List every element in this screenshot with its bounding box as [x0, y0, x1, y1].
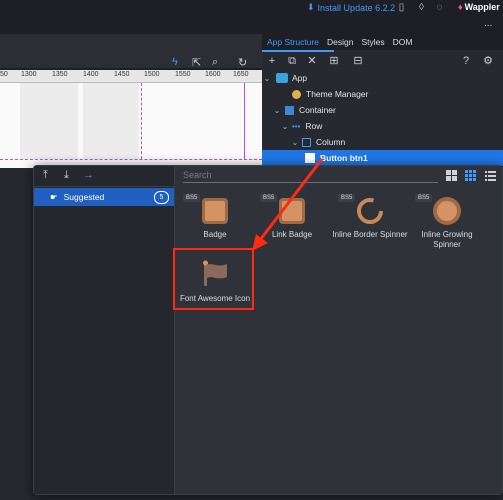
split-view-icon[interactable]: ▯ — [396, 2, 407, 13]
list-view-icon[interactable] — [485, 170, 496, 181]
ruler-tick: 1350 — [52, 71, 68, 78]
structure-tree: ⌄ App Theme Manager ⌄ Container ⌄ ••• Ro… — [262, 70, 503, 168]
component-inline-growing-spinner[interactable]: BS5 Inline Growing Spinner — [407, 192, 487, 257]
chevron-down-icon[interactable]: ⌄ — [262, 74, 272, 83]
growing-spinner-icon — [433, 197, 461, 225]
badge-icon — [202, 198, 228, 224]
component-grid: Search BS5 Badge BS5 Link Badge BS5 Inli… — [175, 166, 502, 494]
category-sidebar: ⤒ ⤓ → ☛ Suggested 5 — [34, 166, 175, 494]
lightning-icon[interactable]: ϟ — [172, 56, 178, 68]
container-icon — [285, 105, 294, 115]
ruler-tick: 1650 — [233, 71, 249, 78]
insert-inside-icon[interactable]: → — [83, 169, 94, 181]
tree-item-app[interactable]: ⌄ App — [262, 70, 503, 86]
column-icon — [302, 137, 311, 147]
chevron-down-icon[interactable]: ⌄ — [272, 106, 282, 115]
guide-line — [141, 83, 143, 159]
notification-icon[interactable]: ◌ — [434, 2, 445, 13]
settings-icon[interactable]: ⚙ — [482, 55, 494, 67]
tree-item-label: Container — [299, 105, 336, 115]
wappler-logo-icon: ♦ — [458, 2, 463, 12]
ruler-tick: 1400 — [83, 71, 99, 78]
component-label: Inline Border Spinner — [332, 230, 408, 239]
help-icon[interactable]: ? — [460, 55, 472, 67]
download-icon: ⬇ — [307, 2, 315, 12]
tree-item-button-btn1[interactable]: Button btn1 — [262, 150, 503, 166]
component-label: Inline Growing Spinner — [421, 230, 473, 249]
search-input[interactable]: Search — [183, 170, 438, 183]
column-outline — [83, 83, 139, 159]
category-label: Suggested — [63, 192, 105, 202]
tab-styles[interactable]: Styles — [361, 37, 384, 47]
design-toolbar: ϟ ⇱ ⌕ ↻ — [0, 34, 262, 69]
copy-icon[interactable]: ⧉ — [286, 55, 298, 67]
layout-icon[interactable]: ⊟ — [352, 55, 364, 67]
bs5-badge: BS5 — [415, 194, 433, 202]
button-icon — [305, 153, 315, 163]
brand-name: Wappler — [464, 2, 500, 12]
chevron-down-icon[interactable]: ⌄ — [280, 122, 290, 131]
add-icon[interactable]: + — [266, 55, 278, 67]
ruler-tick: 1500 — [144, 71, 160, 78]
tab-design[interactable]: Design — [327, 37, 353, 47]
bs5-badge: BS5 — [338, 194, 356, 202]
palette-icon — [292, 89, 301, 99]
more-button[interactable]: ... — [484, 18, 492, 29]
tree-item-label: Theme Manager — [306, 89, 369, 99]
drop-icon[interactable]: ◊ — [416, 2, 427, 13]
grid-small-icon[interactable] — [465, 170, 476, 181]
component-link-badge[interactable]: BS5 Link Badge — [252, 192, 332, 257]
tree-item-column[interactable]: ⌄ Column — [262, 134, 503, 150]
insert-after-icon[interactable]: ⤓ — [64, 169, 69, 182]
tree-item-label: Button btn1 — [320, 153, 368, 163]
tree-item-row[interactable]: ⌄ ••• Row — [262, 118, 503, 134]
thumbs-up-icon: ☛ — [50, 191, 58, 202]
install-update-link[interactable]: ⬇ Install Update 6.2.2 — [307, 2, 395, 13]
ruler: 50 1300 1350 1400 1450 1500 1550 1600 16… — [0, 70, 262, 83]
category-suggested[interactable]: ☛ Suggested 5 — [34, 188, 174, 206]
bs5-badge: BS5 — [260, 194, 278, 202]
cube-icon — [276, 73, 288, 83]
tree-item-label: App — [292, 73, 308, 83]
install-update-label: Install Update 6.2.2 — [317, 2, 396, 13]
grid-large-icon[interactable] — [446, 170, 457, 181]
link-badge-icon — [279, 198, 305, 224]
panel-tabs: App Structure Design Styles DOM — [262, 34, 503, 50]
spinner-icon — [357, 198, 383, 224]
column-outline — [20, 83, 78, 159]
ruler-tick: 1300 — [21, 71, 37, 78]
tree-item-theme-manager[interactable]: Theme Manager — [262, 86, 503, 102]
structure-toolbar: + ⧉ ✕ ⊞ ⊟ ? ⚙ — [262, 52, 503, 70]
component-label: Link Badge — [271, 230, 313, 239]
count-badge: 5 — [154, 191, 169, 204]
ruler-tick: 1600 — [205, 71, 221, 78]
secondary-toolbar: ... — [0, 16, 503, 35]
guide-line — [0, 159, 262, 161]
tree-item-label: Column — [316, 137, 346, 147]
tree-item-label: Row — [305, 121, 323, 131]
component-inline-border-spinner[interactable]: BS5 Inline Border Spinner — [330, 192, 410, 257]
component-label: Badge — [203, 230, 227, 239]
wrap-icon[interactable]: ⊞ — [328, 55, 340, 67]
component-picker-dialog: ⤒ ⤓ → ☛ Suggested 5 Search BS5 Badge BS5… — [33, 165, 503, 495]
delete-icon[interactable]: ✕ — [306, 55, 318, 67]
ruler-tick: 1450 — [114, 71, 130, 78]
chevron-down-icon[interactable]: ⌄ — [290, 138, 300, 147]
ruler-tick: 50 — [0, 71, 8, 78]
design-canvas[interactable] — [0, 83, 262, 168]
guide-line — [244, 83, 246, 159]
tab-dom[interactable]: DOM — [393, 37, 413, 47]
insert-before-icon[interactable]: ⤒ — [43, 169, 48, 182]
tab-app-structure[interactable]: App Structure — [267, 37, 319, 47]
highlight-box — [173, 248, 254, 310]
bs5-badge: BS5 — [183, 194, 201, 202]
brand-logo: ♦ Wappler — [458, 2, 500, 12]
tree-item-container[interactable]: ⌄ Container — [262, 102, 503, 118]
row-icon: ••• — [292, 121, 301, 131]
title-bar: ⬇ Install Update 6.2.2 ▯ ◊ ◌ ♦ Wappler — [0, 0, 503, 16]
insert-position-toolbar: ⤒ ⤓ → — [34, 166, 174, 187]
ruler-tick: 1550 — [175, 71, 191, 78]
